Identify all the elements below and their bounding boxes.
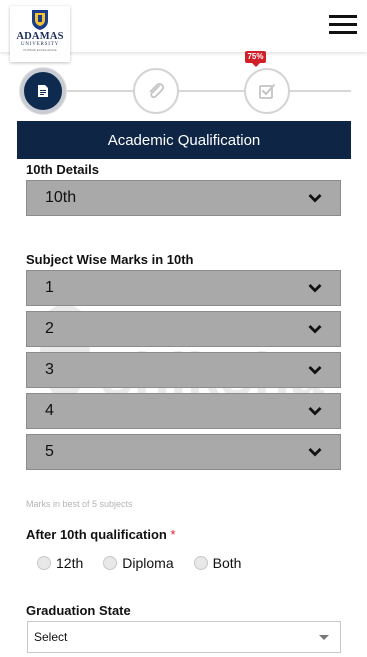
step-attachment[interactable]: [133, 68, 179, 114]
paperclip-icon: [149, 82, 165, 99]
subject-marks-label: Subject Wise Marks in 10th: [26, 252, 194, 267]
radio-circle[interactable]: [37, 556, 51, 570]
top-header: ADAMAS UNIVERSITY PURSUE EXCELLENCE: [0, 0, 367, 62]
step-review[interactable]: [244, 68, 290, 114]
chevron-down-icon: [308, 284, 322, 293]
radio-12th[interactable]: 12th: [37, 555, 83, 571]
subject-3-value: 3: [45, 361, 54, 378]
required-asterisk: *: [170, 527, 176, 542]
marks-hint: Marks in best of 5 subjects: [26, 499, 133, 509]
caret-down-icon: [319, 635, 329, 640]
tenth-details-dropdown[interactable]: 10th: [26, 180, 341, 216]
graduation-state-select[interactable]: Select: [27, 621, 341, 653]
watermark-logo-icon: [35, 300, 95, 405]
graduation-state-value: Select: [34, 630, 68, 644]
chevron-down-icon: [308, 448, 322, 457]
chevron-down-icon: [308, 325, 322, 334]
subject-1-value: 1: [45, 279, 54, 296]
tenth-details-label: 10th Details: [26, 162, 99, 177]
radio-diploma[interactable]: Diploma: [103, 555, 174, 571]
subject-2-dropdown[interactable]: 2: [26, 311, 341, 347]
application-form-page: ADAMAS UNIVERSITY PURSUE EXCELLENCE 75%: [0, 0, 367, 657]
stepper-track: [66, 90, 351, 92]
section-title: Academic Qualification: [107, 131, 261, 149]
checkbox-edit-icon: [259, 84, 275, 99]
subject-1-dropdown[interactable]: 1: [26, 270, 341, 306]
progress-badge: 75%: [245, 51, 266, 67]
radio-diploma-label: Diploma: [122, 555, 174, 571]
subject-4-value: 4: [45, 402, 54, 419]
chevron-down-icon: [308, 407, 322, 416]
chevron-down-icon: [308, 194, 322, 203]
subject-3-dropdown[interactable]: 3: [26, 352, 341, 388]
university-logo[interactable]: ADAMAS UNIVERSITY PURSUE EXCELLENCE: [10, 6, 70, 62]
chevron-down-icon: [308, 366, 322, 375]
hamburger-menu-icon[interactable]: [329, 15, 357, 35]
radio-circle[interactable]: [103, 556, 118, 570]
logo-brand-text: ADAMAS: [16, 31, 64, 42]
after-tenth-radio-group: 12th Diploma Both: [37, 555, 261, 571]
step-document[interactable]: [20, 68, 66, 114]
subject-2-value: 2: [45, 320, 54, 337]
radio-12th-label: 12th: [56, 555, 84, 571]
subject-4-dropdown[interactable]: 4: [26, 393, 341, 429]
crest-icon: [32, 10, 48, 30]
tenth-details-value: 10th: [45, 189, 77, 206]
after-tenth-label: After 10th qualification *: [26, 527, 176, 542]
after-tenth-label-text: After 10th qualification: [26, 527, 167, 542]
radio-circle[interactable]: [193, 556, 208, 570]
radio-both-label: Both: [212, 555, 242, 571]
subject-5-dropdown[interactable]: 5: [26, 434, 341, 470]
section-title-banner: Academic Qualification: [17, 121, 351, 159]
document-icon: [38, 85, 48, 97]
graduation-state-label: Graduation State: [26, 603, 131, 618]
subject-5-value: 5: [45, 443, 54, 460]
radio-both[interactable]: Both: [193, 555, 242, 571]
logo-tagline: PURSUE EXCELLENCE: [23, 48, 57, 52]
